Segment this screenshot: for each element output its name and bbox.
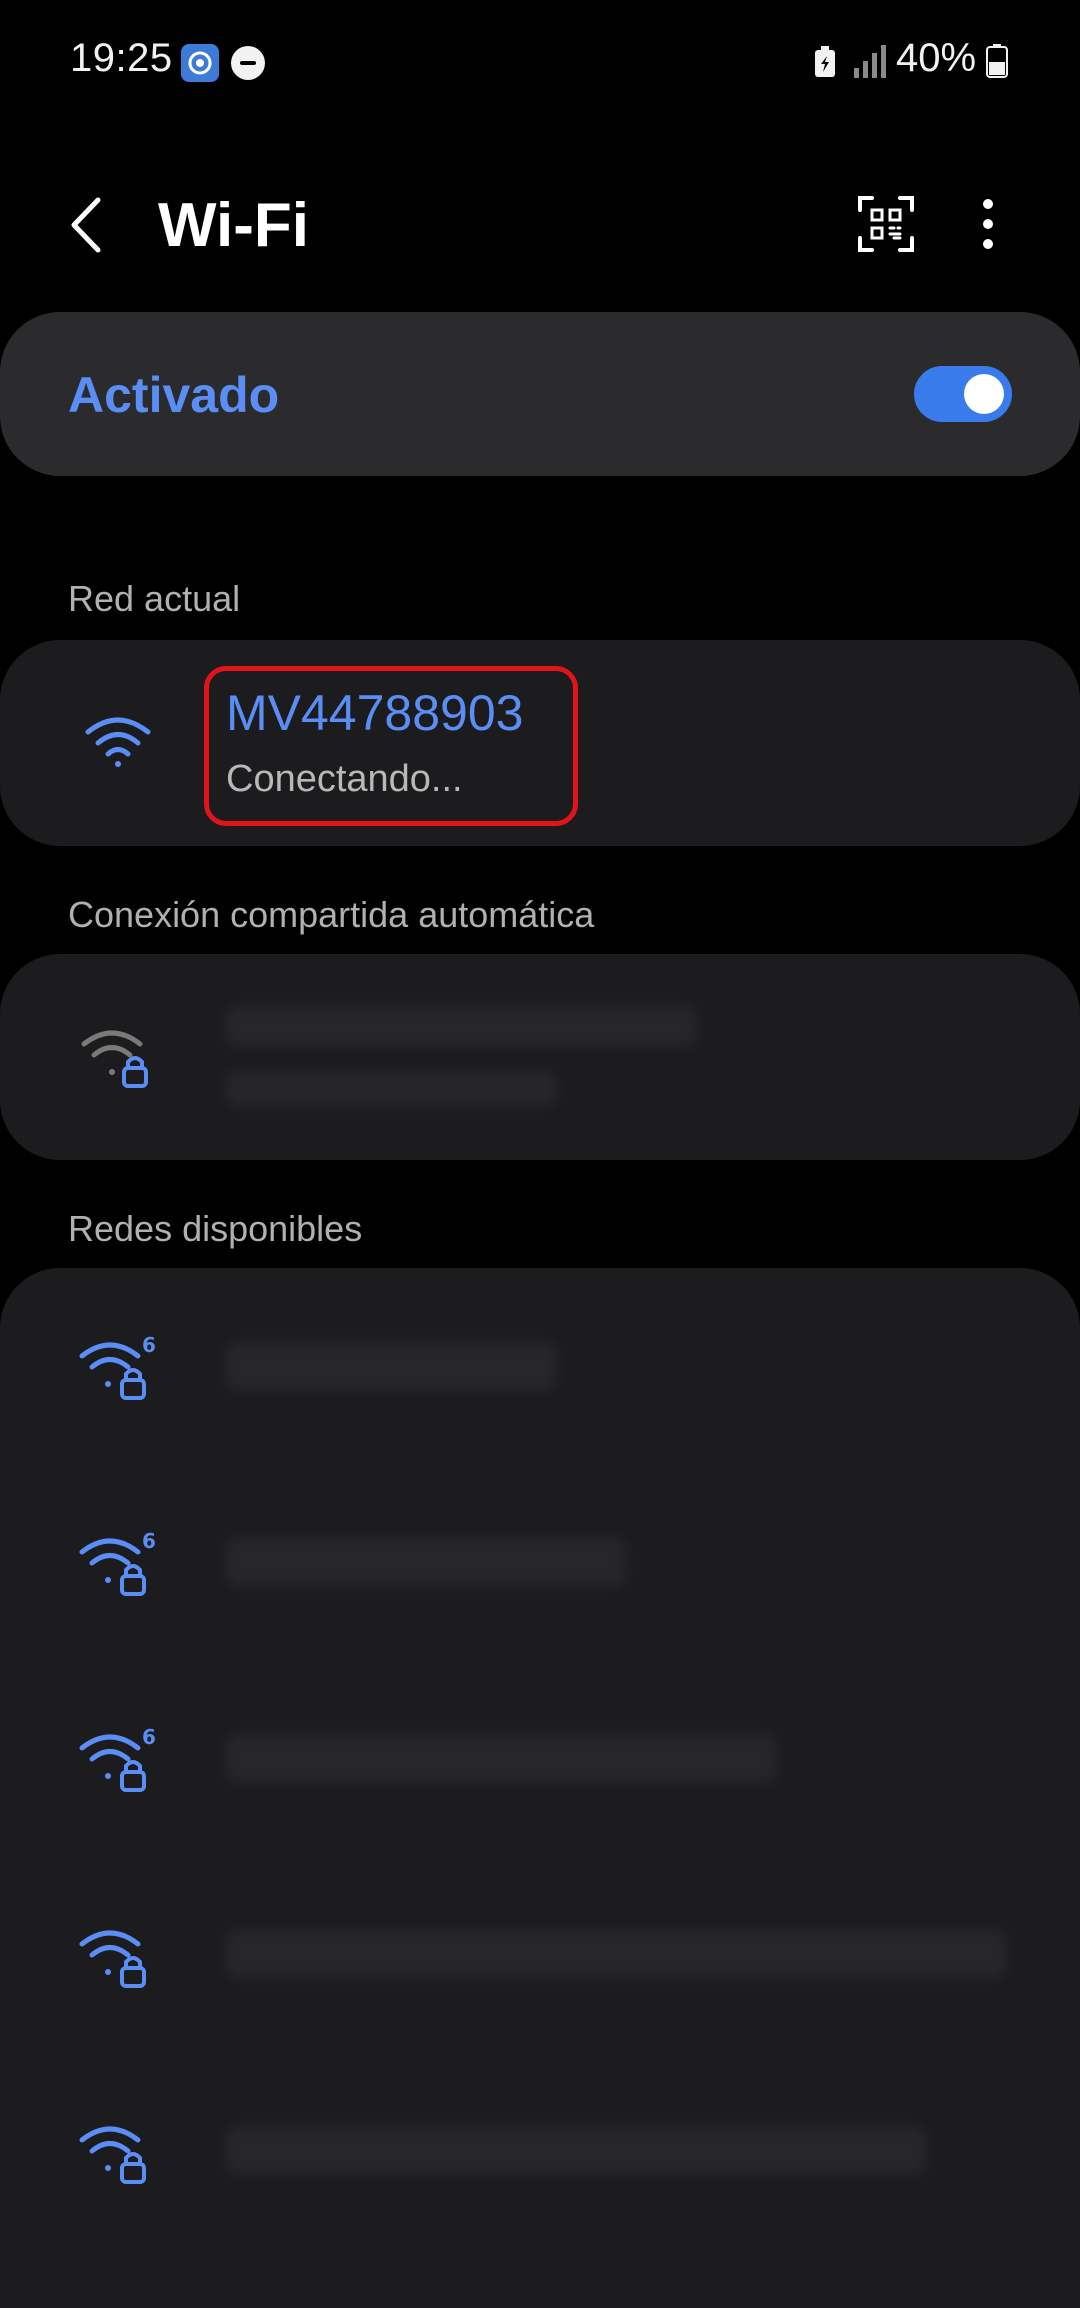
network-list-item[interactable]: 6 <box>0 1464 1080 1660</box>
blurred-network-name <box>226 1006 696 1046</box>
back-arrow-icon[interactable] <box>60 192 116 258</box>
wifi-lock-icon <box>78 1016 158 1096</box>
qr-code-scan-icon[interactable] <box>856 194 916 254</box>
battery-saver-icon <box>814 46 836 78</box>
page-title: Wi-Fi <box>158 191 309 260</box>
app-notification-icon <box>181 44 219 82</box>
available-networks-card: 6 6 6 <box>0 1268 1080 2308</box>
blurred-network-name <box>226 1930 1006 1978</box>
blurred-network-name <box>226 2126 926 2174</box>
wifi6-lock-icon: 6 <box>78 1330 158 1410</box>
battery-icon <box>986 44 1008 78</box>
wifi-toggle-card[interactable]: Activado <box>0 312 1080 476</box>
section-label-available-networks: Redes disponibles <box>68 1208 363 1249</box>
wifi-lock-icon <box>78 1918 158 1998</box>
wifi6-lock-icon: 6 <box>78 1526 158 1606</box>
highlight-box <box>204 666 578 826</box>
wifi-lock-icon <box>78 2114 158 2194</box>
app-header: Wi-Fi <box>0 170 1080 280</box>
network-list-item[interactable] <box>0 1856 1080 2052</box>
signal-icon <box>852 44 888 78</box>
svg-text:6: 6 <box>142 1529 156 1553</box>
blurred-network-status <box>226 1072 556 1106</box>
more-options-icon[interactable] <box>966 194 1010 254</box>
battery-percent: 40% <box>896 36 977 80</box>
wifi6-lock-icon: 6 <box>78 1722 158 1802</box>
wifi-toggle-switch[interactable] <box>914 366 1012 422</box>
wifi-toggle-label: Activado <box>68 367 280 423</box>
section-label-current-network: Red actual <box>68 578 241 619</box>
network-list-item[interactable]: 6 <box>0 1268 1080 1464</box>
wifi-icon <box>78 702 158 782</box>
blurred-network-name <box>226 1342 556 1390</box>
do-not-disturb-icon <box>231 46 265 80</box>
auto-hotspot-card[interactable] <box>0 954 1080 1160</box>
switch-knob <box>964 374 1004 414</box>
section-label-auto-hotspot: Conexión compartida automática <box>68 894 595 935</box>
status-time: 19:25 <box>70 36 173 80</box>
status-bar: 19:25 40% <box>0 0 1080 120</box>
network-list-item[interactable] <box>0 2052 1080 2248</box>
svg-text:6: 6 <box>142 1333 156 1357</box>
network-list-item[interactable]: 6 <box>0 1660 1080 1856</box>
svg-text:6: 6 <box>142 1725 156 1749</box>
blurred-network-name <box>226 1538 626 1586</box>
blurred-network-name <box>226 1734 776 1782</box>
